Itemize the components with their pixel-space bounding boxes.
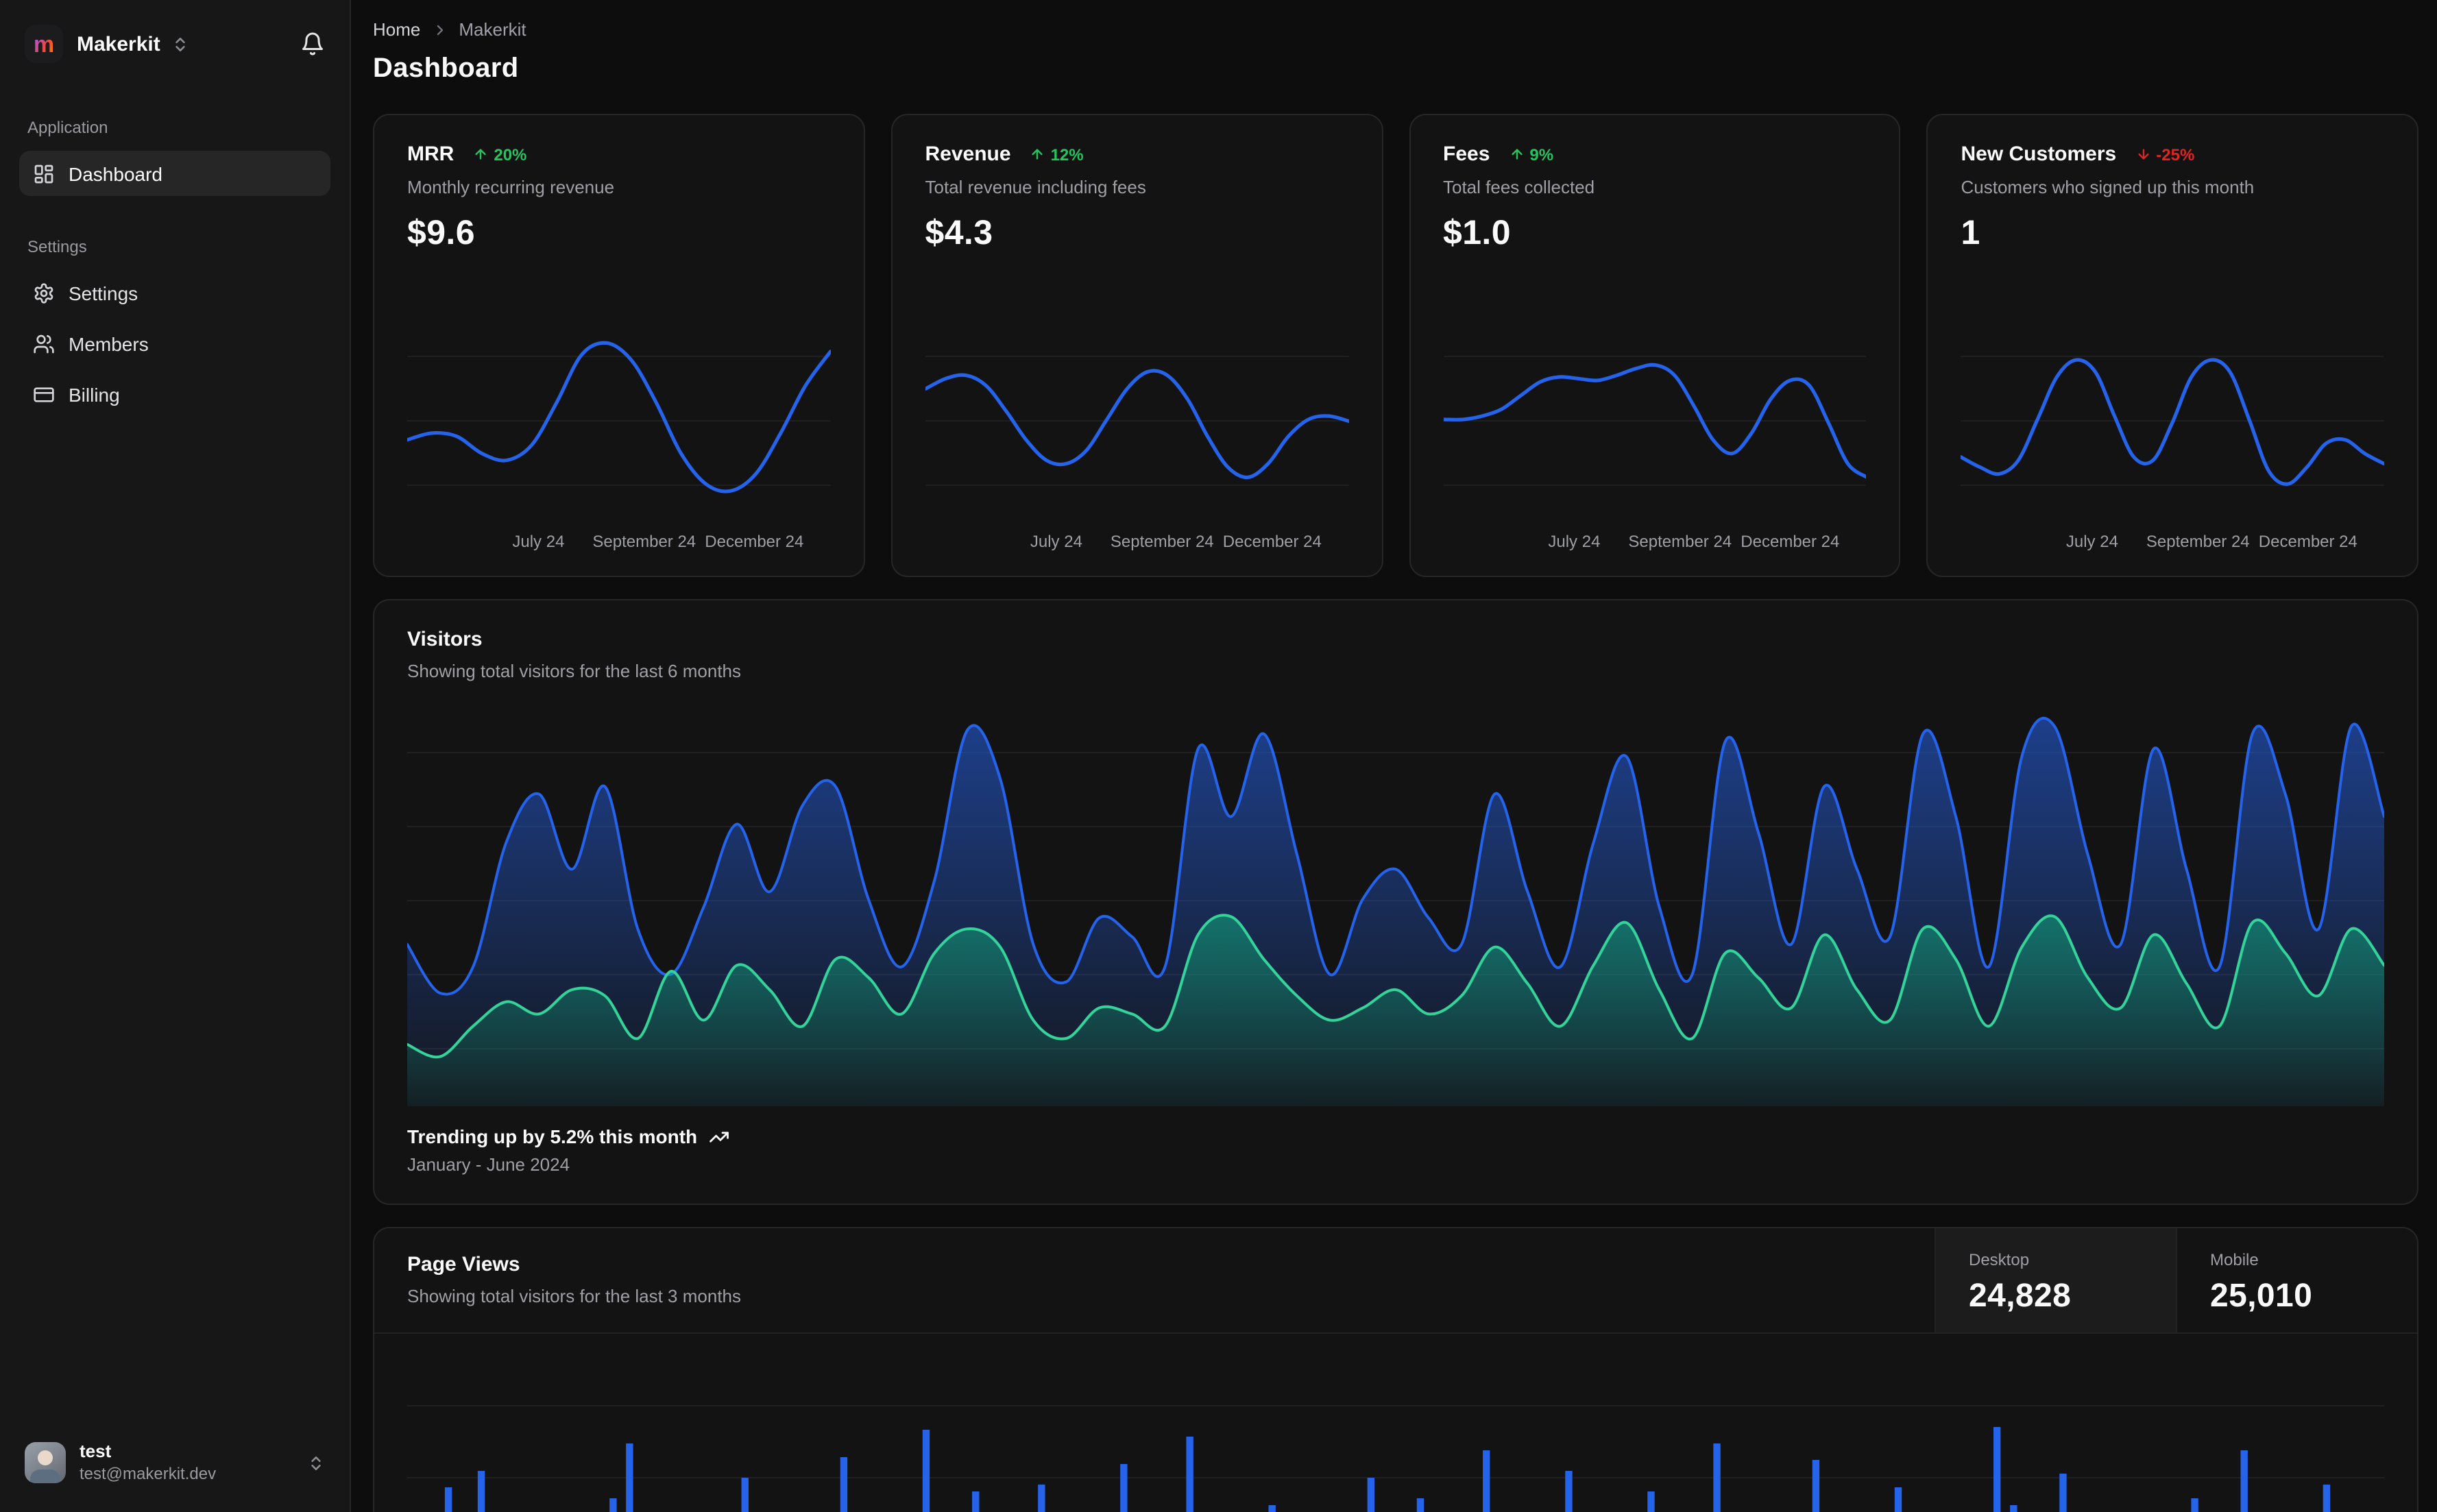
- nav-section-label: Application: [27, 118, 108, 137]
- stat-title: MRR: [407, 143, 454, 166]
- stat-subtitle: Total fees collected: [1443, 177, 1595, 197]
- breadcrumb-home-link[interactable]: Home: [373, 19, 420, 40]
- avatar: [25, 1442, 66, 1483]
- visitors-title: Visitors: [407, 628, 483, 651]
- visitors-subtitle: Showing total visitors for the last 6 mo…: [407, 661, 742, 681]
- stat-value: 1: [1961, 214, 1980, 252]
- stat-card-fees: Fees 9% Total fees collected $1.0 July 2…: [1409, 114, 1901, 577]
- visitors-card: Visitors Showing total visitors for the …: [373, 599, 2418, 1205]
- x-axis-labels: July 24 September 24 December 24: [2065, 532, 2357, 551]
- stat-card-revenue: Revenue 12% Total revenue including fees…: [890, 114, 1383, 577]
- user-menu-button[interactable]: test test@makerkit.dev: [14, 1427, 336, 1498]
- page-views-bar-chart: [407, 1405, 2384, 1512]
- stat-title: Revenue: [925, 143, 1011, 166]
- desktop-label: Desktop: [1969, 1250, 2030, 1269]
- fees-sparkline-chart: [1443, 356, 1867, 486]
- mobile-label: Mobile: [2210, 1250, 2259, 1269]
- new-customers-sparkline-chart: [1961, 356, 2384, 486]
- logo-letter: m: [33, 31, 55, 57]
- visitors-date-range: January - June 2024: [407, 1154, 570, 1175]
- x-axis-labels: July 24 September 24 December 24: [1030, 532, 1322, 551]
- toggle-desktop[interactable]: Desktop 24,828: [1935, 1228, 2176, 1332]
- arrow-up-icon: [475, 149, 486, 160]
- sidebar-item-members[interactable]: Members: [19, 321, 330, 366]
- stat-subtitle: Total revenue including fees: [925, 177, 1146, 197]
- main-content: Home Makerkit Dashboard MRR 20% Monthly …: [351, 0, 2437, 1512]
- credit-card-icon: [34, 387, 54, 402]
- stat-value: $1.0: [1443, 214, 1511, 252]
- sidebar-item-label: Dashboard: [69, 162, 162, 184]
- stat-cards-row: MRR 20% Monthly recurring revenue $9.6 J…: [373, 114, 2418, 577]
- trend-badge: -25%: [2135, 145, 2194, 164]
- nav-section-label: Settings: [27, 237, 87, 256]
- chevron-right-icon: [431, 21, 448, 38]
- arrow-up-icon: [1032, 149, 1043, 160]
- x-axis-labels: July 24 September 24 December 24: [1548, 532, 1840, 551]
- users-icon: [34, 334, 54, 353]
- sidebar-item-label: Billing: [69, 383, 120, 405]
- stat-title: New Customers: [1961, 143, 2117, 166]
- desktop-value: 24,828: [1969, 1278, 2072, 1315]
- breadcrumb-current: Makerkit: [459, 19, 526, 40]
- toggle-mobile[interactable]: Mobile 25,010: [2176, 1228, 2417, 1332]
- user-email: test@makerkit.dev: [80, 1463, 217, 1483]
- stat-subtitle: Customers who signed up this month: [1961, 177, 2255, 197]
- trend-badge: 9%: [1509, 145, 1553, 164]
- x-axis-labels: July 24 September 24 December 24: [512, 532, 804, 551]
- page-views-subtitle: Showing total visitors for the last 3 mo…: [407, 1286, 742, 1306]
- app-window: m Makerkit Application Dashboard Setting…: [0, 0, 2437, 1512]
- sidebar: m Makerkit Application Dashboard Setting…: [0, 0, 351, 1512]
- breadcrumb: Home Makerkit: [373, 19, 2418, 40]
- sidebar-item-billing[interactable]: Billing: [19, 371, 330, 417]
- stat-card-new-customers: New Customers -25% Customers who signed …: [1926, 114, 2418, 577]
- stat-value: $9.6: [407, 214, 475, 252]
- stat-value: $4.3: [925, 214, 993, 252]
- chevrons-up-down-icon: [307, 1454, 325, 1472]
- arrow-up-icon: [1511, 149, 1523, 160]
- mrr-sparkline-chart: [407, 341, 831, 493]
- workspace-name: Makerkit: [77, 32, 160, 56]
- sidebar-item-label: Members: [69, 332, 149, 354]
- arrow-down-icon: [2137, 149, 2148, 160]
- makerkit-logo: m: [25, 25, 63, 63]
- sidebar-item-settings[interactable]: Settings: [19, 270, 330, 315]
- layout-dashboard-icon: [34, 164, 53, 183]
- stat-card-mrr: MRR 20% Monthly recurring revenue $9.6 J…: [373, 114, 865, 577]
- gear-icon: [34, 282, 53, 303]
- trend-badge: 20%: [473, 145, 526, 164]
- chevrons-up-down-icon: [171, 35, 189, 53]
- notifications-bell-icon[interactable]: [300, 32, 325, 56]
- page-views-card: Page Views Showing total visitors for th…: [373, 1227, 2418, 1512]
- mobile-value: 25,010: [2210, 1278, 2313, 1315]
- revenue-sparkline-chart: [925, 356, 1348, 486]
- stat-title: Fees: [1443, 143, 1490, 166]
- page-views-title: Page Views: [407, 1253, 520, 1276]
- workspace-switcher[interactable]: m Makerkit: [19, 16, 330, 71]
- trend-badge: 12%: [1030, 145, 1084, 164]
- sidebar-item-label: Settings: [69, 282, 138, 304]
- visitors-footer: Trending up by 5.2% this month: [407, 1125, 2384, 1147]
- sidebar-item-dashboard[interactable]: Dashboard: [19, 151, 330, 196]
- page-title: Dashboard: [373, 53, 519, 84]
- visitors-area-chart: [407, 716, 2384, 1106]
- trending-up-icon: [709, 1131, 729, 1142]
- user-name: test: [80, 1441, 112, 1462]
- stat-subtitle: Monthly recurring revenue: [407, 177, 615, 197]
